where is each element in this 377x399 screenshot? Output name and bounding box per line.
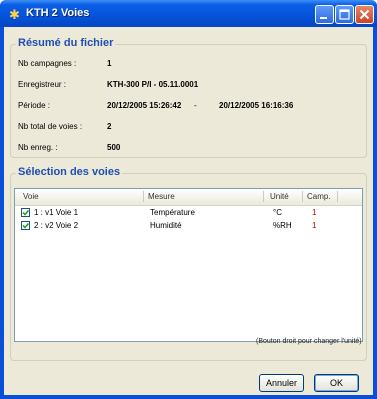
- cell-voie: 1 : v1 Voie 1: [34, 208, 79, 217]
- summary-row-total-voies: Nb total de voies : 2: [11, 122, 366, 134]
- channel-list[interactable]: Voie Mesure Unité Camp. 1 : v1 Voie 1 Te…: [14, 188, 363, 342]
- period-start: 20/12/2005 15:26:42: [107, 101, 182, 110]
- row-checkbox[interactable]: [21, 221, 30, 230]
- minimize-button[interactable]: [315, 5, 334, 24]
- summary-label: Enregistreur :: [18, 80, 67, 89]
- file-summary-group: Résumé du fichier Nb campagnes : 1 Enreg…: [10, 37, 367, 158]
- window-title: KTH 2 Voies: [26, 7, 90, 19]
- column-divider[interactable]: [143, 191, 144, 202]
- cell-mesure: Humidité: [150, 221, 182, 230]
- summary-row-enregistreur: Enregistreur : KTH-300 P/I - 05.11.0001: [11, 80, 366, 92]
- app-star-icon: ✱: [9, 7, 20, 22]
- column-divider[interactable]: [302, 191, 303, 202]
- channel-selection-title: Sélection des voies: [16, 166, 123, 178]
- list-header: Voie Mesure Unité Camp.: [15, 189, 362, 206]
- summary-value: 500: [107, 143, 121, 152]
- column-header-unite[interactable]: Unité: [270, 192, 289, 201]
- cell-unite: °C: [273, 208, 282, 217]
- summary-value: 2: [107, 122, 112, 131]
- summary-value: 1: [107, 59, 112, 68]
- row-checkbox[interactable]: [21, 208, 30, 217]
- summary-value: KTH-300 P/I - 05.11.0001: [107, 80, 199, 89]
- cancel-button[interactable]: Annuler: [259, 374, 304, 392]
- period-separator: -: [194, 101, 197, 110]
- cell-unite: %RH: [273, 221, 292, 230]
- column-divider[interactable]: [263, 191, 264, 202]
- minimize-icon: [320, 17, 327, 19]
- column-header-mesure[interactable]: Mesure: [148, 192, 175, 201]
- summary-label: Nb enreg. :: [18, 143, 58, 152]
- list-row[interactable]: 2 : v2 Voie 2 Humidité %RH 1: [15, 220, 362, 232]
- dialog-window: ✱ KTH 2 Voies Résumé du fichier Nb campa…: [0, 0, 377, 399]
- summary-label: Période :: [18, 101, 51, 110]
- close-icon: [359, 9, 370, 20]
- cell-camp: 1: [312, 208, 317, 217]
- summary-row-periode: Période : 20/12/2005 15:26:42 - 20/12/20…: [11, 101, 366, 113]
- title-bar[interactable]: ✱ KTH 2 Voies: [0, 0, 377, 27]
- unit-change-hint: (Bouton droit pour changer l'unité): [256, 338, 362, 345]
- ok-button[interactable]: OK: [314, 374, 359, 392]
- cell-camp: 1: [312, 221, 317, 230]
- list-row[interactable]: 1 : v1 Voie 1 Température °C 1: [15, 207, 362, 219]
- dialog-body: Résumé du fichier Nb campagnes : 1 Enreg…: [4, 27, 373, 395]
- cell-voie: 2 : v2 Voie 2: [34, 221, 79, 230]
- maximize-button[interactable]: [335, 5, 354, 24]
- column-header-camp[interactable]: Camp.: [307, 192, 331, 201]
- cell-mesure: Température: [150, 208, 195, 217]
- period-end: 20/12/2005 16:16:36: [219, 101, 294, 110]
- summary-label: Nb campagnes :: [18, 59, 77, 68]
- file-summary-title: Résumé du fichier: [16, 37, 116, 49]
- close-button[interactable]: [355, 5, 374, 24]
- summary-label: Nb total de voies :: [18, 122, 83, 131]
- summary-row-nb-enreg: Nb enreg. : 500: [11, 143, 366, 155]
- maximize-icon: [339, 9, 350, 20]
- column-divider[interactable]: [337, 191, 338, 202]
- checkmark-icon: [22, 222, 29, 229]
- checkmark-icon: [22, 209, 29, 216]
- column-header-voie[interactable]: Voie: [23, 192, 39, 201]
- summary-row-campagnes: Nb campagnes : 1: [11, 59, 366, 71]
